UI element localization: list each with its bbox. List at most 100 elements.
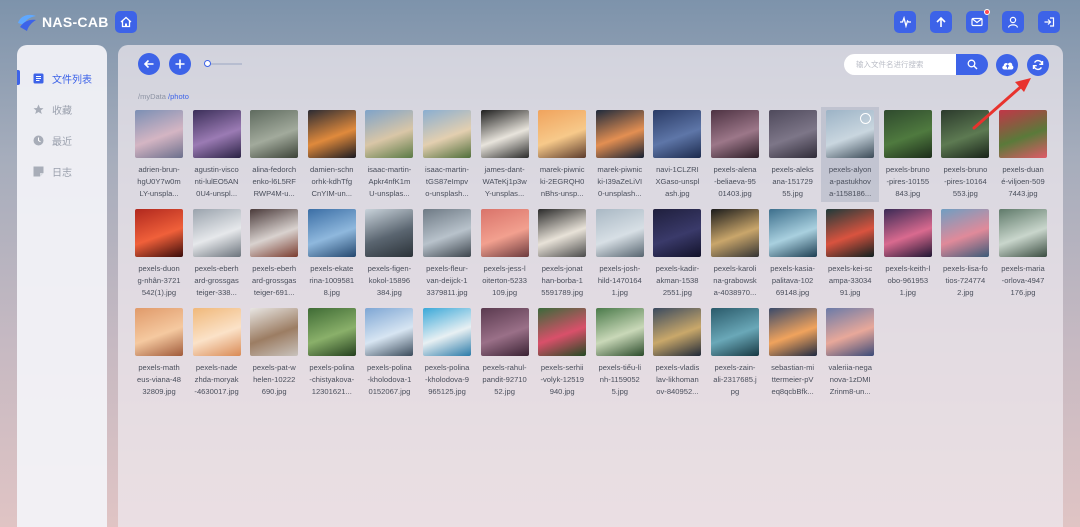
file-thumbnail[interactable] [365, 308, 414, 356]
home-button[interactable] [115, 11, 137, 33]
file-tile[interactable]: pexels-tiểu-li nh-1159052 5.jpg [594, 308, 646, 398]
file-tile[interactable]: pexels-polina -kholodova-1 0152067.jpg [363, 308, 415, 398]
file-tile[interactable]: pexels-alena -beliaeva-95 01403.jpg [709, 110, 761, 200]
file-thumbnail[interactable] [365, 209, 414, 257]
file-tile[interactable]: pexels-pat-w helen-10222 690.jpg [248, 308, 300, 398]
file-thumbnail[interactable] [768, 209, 817, 257]
file-tile[interactable]: pexels-polina -kholodova-9 965125.jpg [421, 308, 473, 398]
sidebar-item-favorites[interactable]: 收藏 [17, 94, 107, 125]
file-thumbnail[interactable] [423, 308, 471, 356]
file-thumbnail[interactable] [307, 209, 356, 257]
thumbnail-size-slider[interactable] [204, 60, 242, 67]
file-thumbnail[interactable] [423, 209, 471, 257]
user-button[interactable] [1002, 11, 1024, 33]
file-tile[interactable]: sebastian-mi ttermeier-pV eq8qcbBfk... [767, 308, 819, 398]
file-tile[interactable]: pexels-alyon a-pastukhov a-1158186... [821, 107, 880, 202]
file-thumbnail[interactable] [365, 110, 414, 158]
file-tile[interactable]: alina-fedorch enko-l6L5RF RWP4M-u... [248, 110, 300, 200]
file-thumbnail[interactable] [941, 110, 990, 158]
refresh-button[interactable] [1027, 54, 1049, 76]
file-thumbnail[interactable] [538, 308, 587, 356]
file-tile[interactable]: james-dant- WATeKj1p3w Y-unsplas... [479, 110, 531, 200]
file-thumbnail[interactable] [999, 209, 1047, 257]
file-tile[interactable]: pexels-aleks ana-151729 55.jpg [767, 110, 819, 200]
sidebar-item-file-list[interactable]: 文件列表 [17, 63, 107, 94]
file-tile[interactable]: pexels-figen-kokol-15896 384.jpg [363, 209, 415, 299]
file-tile[interactable]: pexels-maria -orlova-4947 176.jpg [997, 209, 1049, 299]
file-tile[interactable]: marek-piwnic ki-I39aZeLiVI 0-unsplash... [594, 110, 646, 200]
file-tile[interactable]: pexels-duon g-nhân-3721 542(1).jpg [133, 209, 185, 299]
file-tile[interactable]: pexels-karoli na-grabowsk a-4038970... [709, 209, 761, 299]
file-tile[interactable]: isaac-martin- Apkr4nfK1m U-unsplas... [363, 110, 415, 200]
file-tile[interactable]: pexels-keith-l obo-961953 1.jpg [882, 209, 934, 299]
file-thumbnail[interactable] [653, 308, 702, 356]
file-tile[interactable]: agustin-visco nti-lulEO5AN 0U4-unspl... [191, 110, 243, 200]
file-tile[interactable]: pexels-kei-sc ampa-33034 91.jpg [824, 209, 876, 299]
file-thumbnail[interactable] [883, 209, 932, 257]
file-thumbnail[interactable] [653, 110, 702, 158]
logout-button[interactable] [1038, 11, 1060, 33]
file-thumbnail[interactable] [711, 209, 759, 257]
file-thumbnail[interactable] [480, 209, 529, 257]
file-thumbnail[interactable] [883, 110, 932, 158]
file-tile[interactable]: pexels-bruno -pires-10164 553.jpg [939, 110, 991, 200]
file-thumbnail[interactable] [653, 209, 702, 257]
file-tile[interactable]: pexels-kasia-palitava-102 69148.jpg [767, 209, 819, 299]
sidebar-item-recent[interactable]: 最近 [17, 125, 107, 156]
slider-handle[interactable] [204, 60, 211, 67]
file-thumbnail[interactable] [480, 110, 529, 158]
search-button[interactable] [956, 54, 988, 75]
file-tile[interactable]: pexels-math eus-viana-48 32809.jpg [133, 308, 185, 398]
file-thumbnail[interactable] [941, 209, 990, 257]
file-tile[interactable]: navi-1CLZRI XGaso-unspl ash.jpg [651, 110, 703, 200]
file-thumbnail[interactable] [538, 110, 587, 158]
file-thumbnail[interactable] [768, 110, 817, 158]
file-thumbnail[interactable] [250, 110, 299, 158]
file-tile[interactable]: adrien-brun-hgU0Y7w0m LY-unspla... [133, 110, 185, 200]
file-tile[interactable]: pexels-polina -chistyakova- 12301621... [306, 308, 358, 398]
file-tile[interactable]: pexels-jess-l oiterton-5233 109.jpg [479, 209, 531, 299]
sidebar-item-logs[interactable]: 日志 [17, 156, 107, 187]
file-tile[interactable]: marek-piwnic ki-2EGRQH0 nBhs-unsp... [536, 110, 588, 200]
file-thumbnail[interactable] [826, 209, 875, 257]
file-thumbnail[interactable] [192, 110, 241, 158]
file-tile[interactable]: pexels-serhii -volyk-12519 940.jpg [536, 308, 588, 398]
search-input[interactable] [844, 54, 958, 75]
file-thumbnail[interactable] [250, 308, 299, 356]
file-tile[interactable]: pexels-josh-hild-1470164 1.jpg [594, 209, 646, 299]
file-thumbnail[interactable] [595, 110, 644, 158]
file-tile[interactable]: pexels-fleur-van-deijck-1 3379811.jpg [421, 209, 473, 299]
file-tile[interactable]: pexels-kadir-akman-1538 2551.jpg [651, 209, 703, 299]
file-tile[interactable]: pexels-zain-ali-2317685.j pg [709, 308, 761, 398]
file-thumbnail[interactable] [423, 110, 471, 158]
activity-button[interactable] [894, 11, 916, 33]
file-tile[interactable]: valeriia-nega nova-1zDMI Zrinm8-un... [824, 308, 876, 398]
file-thumbnail[interactable] [307, 308, 356, 356]
file-thumbnail[interactable] [711, 308, 759, 356]
file-tile[interactable]: pexels-jonat han-borba-1 5591789.jpg [536, 209, 588, 299]
file-thumbnail[interactable] [250, 209, 299, 257]
file-thumbnail[interactable] [999, 110, 1047, 158]
file-tile[interactable]: pexels-nade zhda-moryak -4630017.jpg [191, 308, 243, 398]
file-tile[interactable]: pexels-rahul-pandit-92710 52.jpg [479, 308, 531, 398]
file-tile[interactable]: pexels-lisa-fo tios-724774 2.jpg [939, 209, 991, 299]
file-tile[interactable]: damien-schn orhk-kdhTfg CnYIM-un... [306, 110, 358, 200]
messages-button[interactable] [966, 9, 990, 33]
file-thumbnail[interactable] [135, 209, 183, 257]
breadcrumb-root[interactable]: /myData [138, 92, 166, 101]
file-tile[interactable]: pexels-ekate rina-1009581 8.jpg [306, 209, 358, 299]
file-thumbnail[interactable] [538, 209, 587, 257]
cloud-upload-button[interactable] [996, 54, 1018, 76]
select-circle-icon[interactable] [860, 113, 872, 124]
file-thumbnail[interactable] [192, 308, 241, 356]
file-thumbnail[interactable] [826, 110, 875, 158]
file-thumbnail[interactable] [135, 308, 183, 356]
file-tile[interactable]: pexels-duan é-viljoen-509 7443.jpg [997, 110, 1049, 200]
file-thumbnail[interactable] [307, 110, 356, 158]
file-tile[interactable]: isaac-martin-tGS87eImpv o-unsplash... [421, 110, 473, 200]
add-button[interactable] [169, 53, 191, 75]
back-button[interactable] [138, 53, 160, 75]
upload-button[interactable] [930, 11, 952, 33]
file-thumbnail[interactable] [192, 209, 241, 257]
file-thumbnail[interactable] [595, 308, 644, 356]
